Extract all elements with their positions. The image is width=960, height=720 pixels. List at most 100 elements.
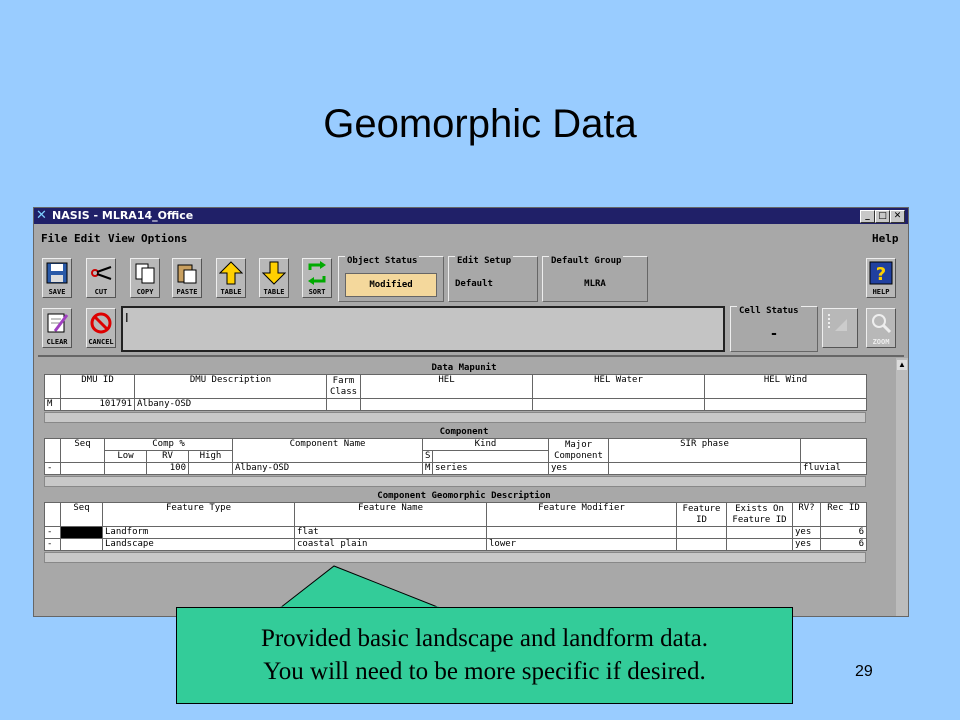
sort-button[interactable]: SORT <box>302 258 332 298</box>
cancel-button[interactable]: CANCEL <box>86 308 116 348</box>
header-rv[interactable]: RV? <box>792 502 821 527</box>
cell-hel-water[interactable] <box>532 398 705 411</box>
header-exists-on[interactable]: Exists On Feature ID <box>726 502 793 527</box>
cell-comp-low[interactable] <box>104 462 147 475</box>
edit-setup-group[interactable]: Edit Setup Default <box>448 256 538 302</box>
callout-line-1: Provided basic landscape and landform da… <box>260 625 709 652</box>
paste-button[interactable]: PASTE <box>172 258 202 298</box>
header-hel-wind[interactable]: HEL Wind <box>704 374 867 399</box>
close-icon[interactable]: ✕ <box>890 210 905 223</box>
header-comp-rv[interactable]: RV <box>146 450 189 463</box>
default-group-group[interactable]: Default Group MLRA <box>542 256 648 302</box>
edit-cell-button[interactable] <box>822 308 858 348</box>
header-comp-pct[interactable]: Comp % <box>103 438 234 451</box>
edit-setup-label: Edit Setup <box>455 256 514 266</box>
scroll-up-icon[interactable]: ▲ <box>897 360 907 370</box>
cell-rv[interactable]: yes <box>792 538 821 551</box>
cell-s[interactable]: M <box>422 462 434 475</box>
table-down-button[interactable]: TABLE <box>259 258 289 298</box>
header-extra[interactable] <box>800 438 868 463</box>
horizontal-scrollbar[interactable] <box>44 412 866 423</box>
cell-rec-id[interactable]: 6 <box>820 526 867 539</box>
table-row[interactable]: M 101791 Albany-OSD <box>44 398 867 411</box>
cell-feature-modifier[interactable]: lower <box>486 538 677 551</box>
cell-extra[interactable]: fluvial <box>800 462 868 475</box>
cell-hel-wind[interactable] <box>704 398 867 411</box>
horizontal-scrollbar[interactable] <box>44 552 866 563</box>
cell-comp-high[interactable] <box>187 462 234 475</box>
cell-feature-id[interactable] <box>676 538 727 551</box>
menu-edit[interactable]: Edit <box>74 232 101 245</box>
header-seq[interactable]: Seq <box>60 438 105 463</box>
cell-feature-name[interactable]: coastal plain <box>294 538 487 551</box>
cell-kind[interactable]: series <box>432 462 550 475</box>
header-feature-name[interactable]: Feature Name <box>294 502 487 527</box>
header-hel-water[interactable]: HEL Water <box>532 374 705 399</box>
header-kind[interactable]: Kind <box>422 438 550 451</box>
horizontal-scrollbar[interactable] <box>44 476 866 487</box>
paste-label: PASTE <box>176 288 198 296</box>
header-rec-id[interactable]: Rec ID <box>820 502 867 527</box>
table-row[interactable]: - Landform flat yes 6 <box>44 526 867 539</box>
edit-cell-icon <box>828 314 847 331</box>
cell-feature-type[interactable]: Landscape <box>102 538 295 551</box>
svg-text:?: ? <box>876 264 886 285</box>
clear-button[interactable]: CLEAR <box>42 308 72 348</box>
maximize-icon[interactable]: □ <box>875 210 890 223</box>
table-row[interactable]: - Landscape coastal plain lower yes 6 <box>44 538 867 551</box>
table-row[interactable]: - 100 Albany-OSD M series yes fluvial <box>44 462 868 475</box>
cell-exists-on[interactable] <box>726 526 793 539</box>
command-input[interactable]: I <box>121 306 725 352</box>
header-dmu-id[interactable]: DMU ID <box>60 374 135 399</box>
header-s[interactable]: S <box>422 450 434 463</box>
cell-exists-on[interactable] <box>726 538 793 551</box>
row-marker-header <box>44 502 61 527</box>
callout-box: Provided basic landscape and landform da… <box>176 607 793 704</box>
menu-help[interactable]: Help <box>872 232 899 245</box>
cell-dmu-id[interactable]: 101791 <box>60 398 135 411</box>
cell-hel[interactable] <box>360 398 533 411</box>
header-dmu-description[interactable]: DMU Description <box>134 374 327 399</box>
table-up-button[interactable]: TABLE <box>216 258 246 298</box>
cell-sir-phase[interactable] <box>608 462 802 475</box>
cell-major-component[interactable]: yes <box>548 462 610 475</box>
vertical-scrollbar[interactable]: ▲ <box>896 358 908 616</box>
cell-farm-class[interactable] <box>326 398 361 411</box>
cell-feature-name[interactable]: flat <box>294 526 487 539</box>
cell-component-name[interactable]: Albany-OSD <box>232 462 424 475</box>
header-major-component[interactable]: Major Component <box>548 438 610 463</box>
header-comp-high[interactable]: High <box>187 450 234 463</box>
menu-view[interactable]: View <box>108 232 135 245</box>
cell-dmu-description[interactable]: Albany-OSD <box>134 398 327 411</box>
header-hel[interactable]: HEL <box>360 374 533 399</box>
cut-button[interactable]: CUT <box>86 258 116 298</box>
header-kind-blank <box>432 450 550 463</box>
cell-feature-type[interactable]: Landform <box>102 526 295 539</box>
geomorphic-table: Seq Feature Type Feature Name Feature Mo… <box>44 502 867 551</box>
cell-feature-id[interactable] <box>676 526 727 539</box>
menu-options[interactable]: Options <box>141 232 187 245</box>
cell-seq[interactable] <box>60 538 103 551</box>
header-feature-type[interactable]: Feature Type <box>102 502 295 527</box>
header-seq[interactable]: Seq <box>60 502 103 527</box>
cell-seq-selected[interactable] <box>60 526 103 539</box>
cell-rv[interactable]: yes <box>792 526 821 539</box>
save-button[interactable]: SAVE <box>42 258 72 298</box>
copy-button[interactable]: COPY <box>130 258 160 298</box>
minimize-icon[interactable]: _ <box>860 210 875 223</box>
zoom-button[interactable]: ZOOM <box>866 308 896 348</box>
header-feature-id[interactable]: Feature ID <box>676 502 727 527</box>
copy-label: COPY <box>136 288 154 296</box>
header-component-name[interactable]: Component Name <box>232 438 424 463</box>
header-sir-phase[interactable]: SIR phase <box>608 438 802 463</box>
header-farm-class[interactable]: Farm Class <box>326 374 361 399</box>
menu-file[interactable]: File <box>41 232 68 245</box>
cell-feature-modifier[interactable] <box>486 526 677 539</box>
header-feature-modifier[interactable]: Feature Modifier <box>486 502 677 527</box>
cell-seq[interactable] <box>60 462 105 475</box>
header-comp-low[interactable]: Low <box>104 450 147 463</box>
cell-rec-id[interactable]: 6 <box>820 538 867 551</box>
cell-comp-rv[interactable]: 100 <box>146 462 189 475</box>
window-title: NASIS - MLRA14_Office <box>52 209 194 222</box>
help-button[interactable]: ? HELP <box>866 258 896 298</box>
